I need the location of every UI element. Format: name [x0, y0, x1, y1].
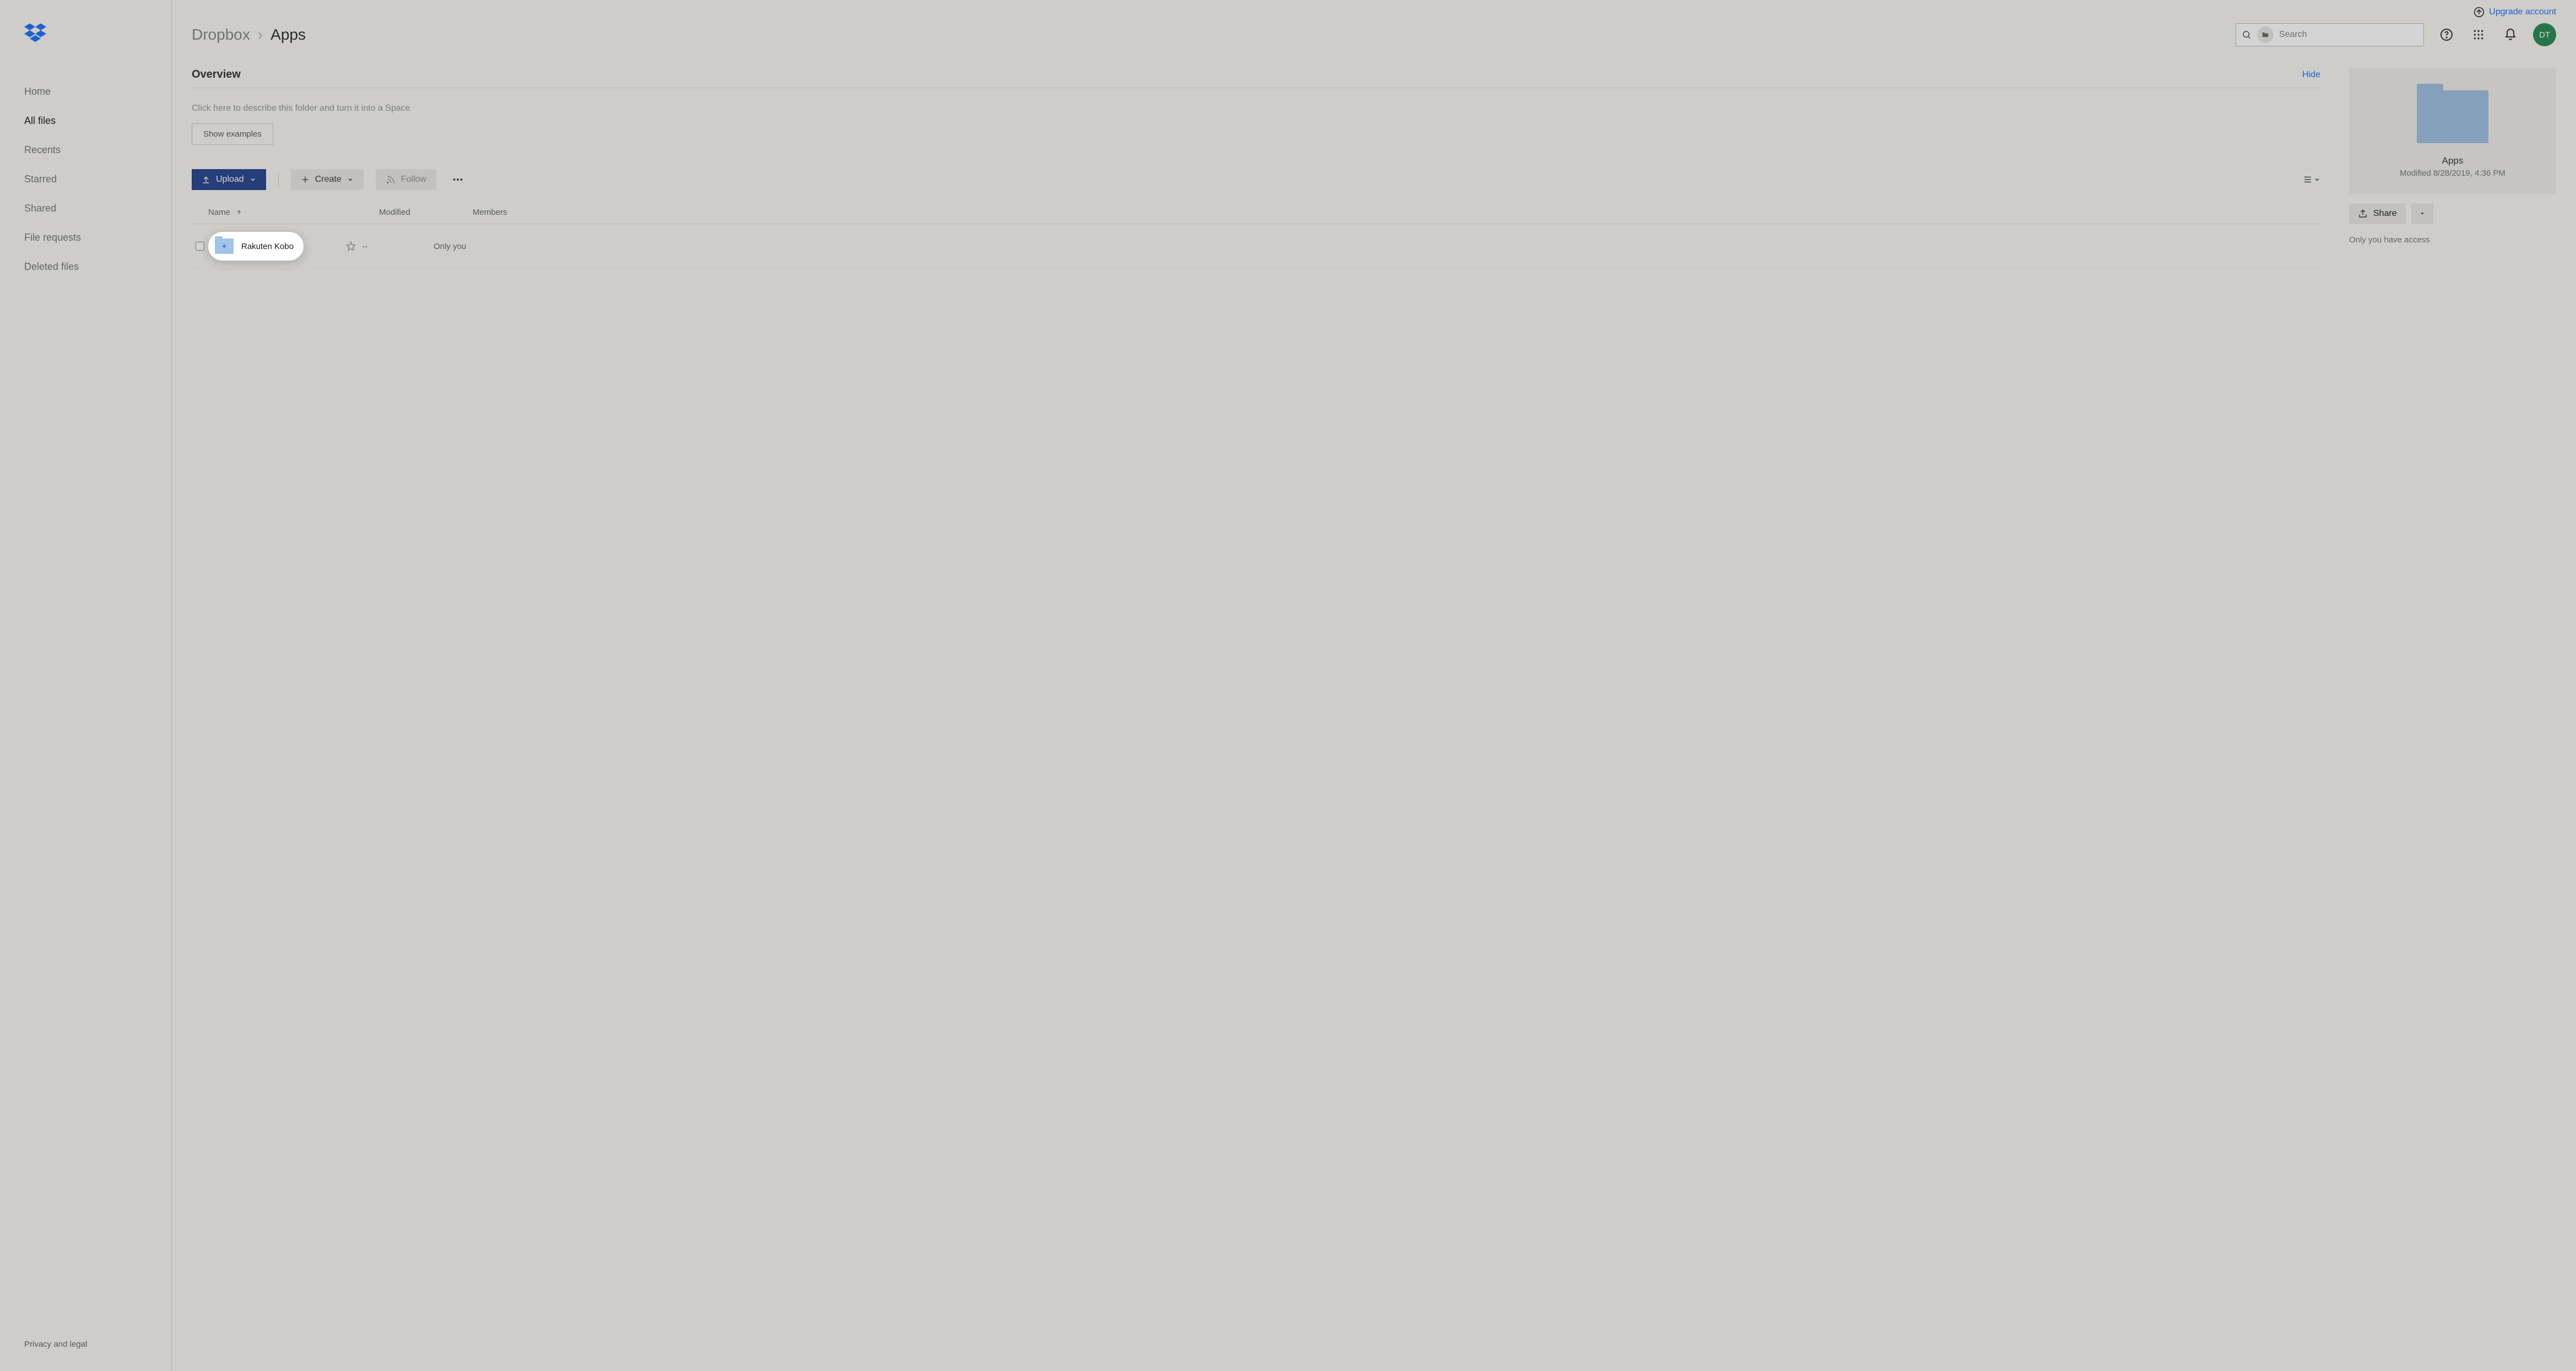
main: Upgrade account Dropbox › Apps — [172, 0, 2576, 1371]
search-input[interactable] — [2279, 30, 2418, 40]
avatar[interactable]: DT — [2533, 23, 2556, 46]
highlighted-folder[interactable]: ✦ Rakuten Kobo — [208, 232, 304, 261]
star-icon — [345, 241, 356, 252]
folder-icon — [2261, 31, 2269, 39]
overview-placeholder[interactable]: Click here to describe this folder and t… — [192, 88, 2320, 123]
overview-title: Overview — [192, 68, 241, 81]
upgrade-account-link[interactable]: Upgrade account — [2474, 7, 2556, 18]
share-label: Share — [2373, 209, 2397, 219]
file-table: Name Modified Members ✦ — [192, 200, 2320, 269]
chevron-down-icon — [347, 176, 354, 183]
create-label: Create — [315, 175, 342, 185]
notifications-button[interactable] — [2501, 25, 2520, 44]
sidebar-item-starred[interactable]: Starred — [0, 165, 171, 194]
header-row: Dropbox › Apps — [172, 18, 2576, 52]
sidebar-nav: Home All files Recents Starred Shared Fi… — [0, 77, 171, 281]
toolbar: Upload Create Follow — [192, 169, 2320, 190]
details-title: Apps — [2360, 155, 2545, 166]
sidebar-item-home[interactable]: Home — [0, 77, 171, 106]
sidebar-item-all-files[interactable]: All files — [0, 106, 171, 136]
search-icon — [2242, 30, 2252, 40]
chevron-down-icon — [2314, 176, 2320, 183]
sidebar: Home All files Recents Starred Shared Fi… — [0, 0, 172, 1371]
caret-down-icon — [2419, 210, 2426, 217]
content-row: Overview Hide Click here to describe thi… — [172, 52, 2576, 1371]
view-mode-button[interactable] — [2303, 175, 2320, 185]
upgrade-account-label: Upgrade account — [2489, 7, 2556, 17]
row-checkbox[interactable] — [196, 242, 204, 251]
upload-icon — [202, 175, 210, 184]
dropbox-logo[interactable] — [0, 22, 171, 77]
row-members: Only you — [434, 242, 2320, 251]
plus-icon — [301, 175, 310, 184]
show-examples-button[interactable]: Show examples — [192, 123, 273, 145]
folder-name: Rakuten Kobo — [241, 242, 294, 251]
more-horizontal-icon — [452, 174, 464, 186]
avatar-initials: DT — [2539, 30, 2550, 40]
table-row[interactable]: ✦ Rakuten Kobo -- Only you — [192, 224, 2320, 269]
details-card: Apps Modified 8/28/2019, 4:36 PM — [2349, 68, 2556, 193]
apps-grid-button[interactable] — [2469, 25, 2488, 44]
search-scope-button[interactable] — [2257, 26, 2274, 43]
more-actions-button[interactable] — [448, 170, 467, 189]
help-button[interactable] — [2437, 25, 2456, 44]
table-header: Name Modified Members — [192, 200, 2320, 224]
upload-label: Upload — [216, 175, 244, 185]
details-panel: Apps Modified 8/28/2019, 4:36 PM Share O… — [2349, 68, 2556, 1371]
column-header-modified[interactable]: Modified — [379, 208, 473, 217]
column-header-members[interactable]: Members — [473, 208, 2320, 217]
share-dropdown-button[interactable] — [2411, 203, 2433, 224]
sidebar-item-file-requests[interactable]: File requests — [0, 223, 171, 252]
column-header-name[interactable]: Name — [208, 208, 379, 217]
help-icon — [2440, 28, 2453, 41]
sidebar-item-recents[interactable]: Recents — [0, 136, 171, 165]
dropbox-icon — [24, 22, 46, 44]
share-row: Share — [2349, 203, 2556, 224]
sidebar-item-shared[interactable]: Shared — [0, 194, 171, 223]
bell-icon — [2504, 28, 2517, 41]
sidebar-item-deleted-files[interactable]: Deleted files — [0, 252, 171, 281]
breadcrumb-separator: › — [258, 26, 263, 44]
overview-hide-link[interactable]: Hide — [2302, 70, 2320, 80]
rss-icon — [386, 175, 396, 185]
puzzle-icon: ✦ — [221, 242, 228, 251]
column-name-label: Name — [208, 208, 230, 217]
breadcrumb-current: Apps — [270, 26, 306, 44]
row-checkbox-wrap — [192, 242, 208, 251]
overview-header: Overview Hide — [192, 68, 2320, 88]
share-icon — [2358, 209, 2368, 219]
sidebar-footer-link[interactable]: Privacy and legal — [0, 1340, 171, 1360]
follow-label: Follow — [401, 175, 426, 185]
chevron-down-icon — [250, 176, 256, 183]
toolbar-separator — [278, 172, 279, 187]
row-modified: -- — [362, 242, 434, 251]
breadcrumb-root[interactable]: Dropbox — [192, 26, 250, 44]
access-note: Only you have access — [2349, 235, 2556, 245]
search-box[interactable] — [2236, 23, 2424, 46]
upload-button[interactable]: Upload — [192, 169, 266, 190]
create-button[interactable]: Create — [291, 169, 364, 190]
details-subtitle: Modified 8/28/2019, 4:36 PM — [2360, 169, 2545, 178]
share-button[interactable]: Share — [2349, 203, 2406, 224]
list-icon — [2303, 175, 2313, 185]
row-star-button[interactable] — [340, 241, 362, 252]
follow-button[interactable]: Follow — [376, 169, 436, 190]
breadcrumb: Dropbox › Apps — [192, 26, 2222, 44]
content-column: Overview Hide Click here to describe thi… — [192, 68, 2320, 1371]
apps-grid-icon — [2473, 29, 2484, 40]
folder-large-icon — [2417, 90, 2488, 143]
arrow-up-icon — [236, 209, 242, 216]
top-strip: Upgrade account — [172, 0, 2576, 18]
arrow-up-circle-icon — [2474, 7, 2485, 18]
folder-icon: ✦ — [215, 239, 234, 254]
